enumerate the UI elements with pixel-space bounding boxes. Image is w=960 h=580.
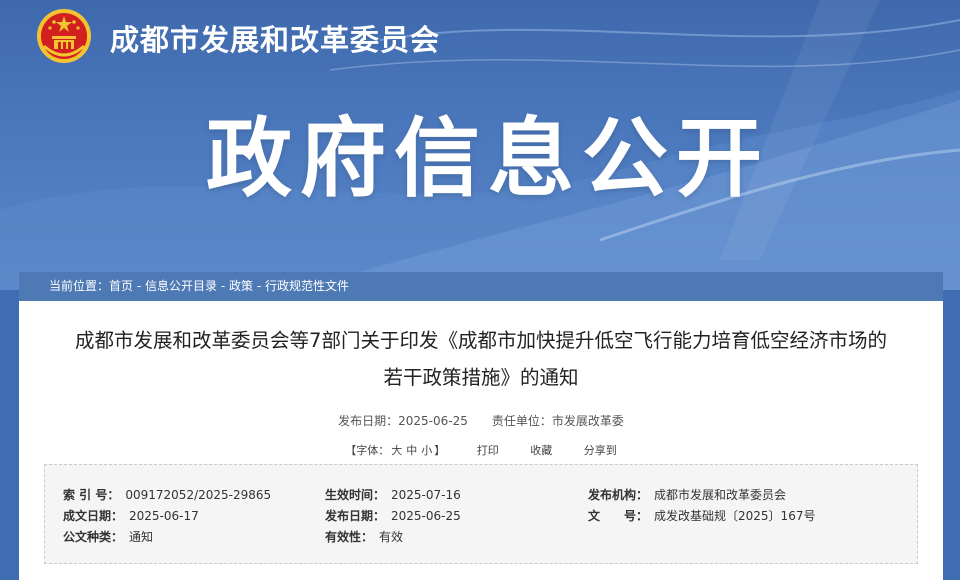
- document-title: 成都市发展和改革委员会等7部门关于印发《成都市加快提升低空飞行能力培育低空经济市…: [19, 322, 943, 396]
- document-meta: 发布日期：2025-06-25 责任单位：市发展改革委: [19, 412, 943, 429]
- issuer-value: 成都市发展和改革委员会: [654, 488, 787, 502]
- written-value: 2025-06-17: [129, 509, 199, 523]
- index-number: 索 引 号： 009172052/2025-29865: [63, 485, 271, 505]
- favorite-button[interactable]: 收藏: [530, 444, 552, 457]
- share-button[interactable]: 分享到: [584, 444, 617, 457]
- breadcrumb-item-home[interactable]: 首页: [109, 279, 133, 293]
- document-type: 公文种类： 通知: [63, 527, 153, 547]
- banner-title: 政府信息公开: [206, 109, 770, 209]
- font-size-label: 【字体：: [345, 444, 390, 457]
- print-button[interactable]: 打印: [477, 444, 499, 457]
- info-publish-label: 发布日期：: [325, 509, 386, 523]
- font-size-large-button[interactable]: 大: [391, 444, 402, 457]
- validity-label: 有效性：: [325, 530, 374, 544]
- written-date: 成文日期： 2025-06-17: [63, 506, 199, 526]
- issuer-label: 发布机构：: [588, 488, 649, 502]
- publish-date: 发布日期： 2025-06-25: [325, 506, 461, 526]
- content-panel: 当前位置：首页 - 信息公开目录 - 政策 - 行政规范性文件 成都市发展和改革…: [19, 272, 943, 580]
- effective-label: 生效时间：: [325, 488, 386, 502]
- index-label: 索 引 号：: [63, 488, 120, 502]
- breadcrumb-item-policy[interactable]: 政策: [229, 279, 253, 293]
- font-size-close: 】: [434, 444, 446, 457]
- effective-time: 生效时间： 2025-07-16: [325, 485, 461, 505]
- type-value: 通知: [129, 530, 154, 544]
- info-row: 索 引 号： 009172052/2025-29865 生效时间： 2025-07-…: [45, 485, 917, 505]
- owner-label: 责任单位：: [491, 414, 552, 428]
- document-title-line1: 成都市发展和改革委员会等7部门关于印发《成都市加快提升低空飞行能力培育低空经济市…: [75, 329, 887, 352]
- validity-value: 有效: [379, 530, 404, 544]
- docno-value: 成发改基础规〔2025〕167号: [654, 509, 816, 523]
- type-label: 公文种类：: [63, 530, 124, 544]
- font-size-medium-button[interactable]: 中: [406, 444, 417, 457]
- info-row: 公文种类： 通知 有效性： 有效: [45, 527, 917, 547]
- org-name[interactable]: 成都市发展和改革委员会: [110, 17, 440, 59]
- document-number: 文 号： 成发改基础规〔2025〕167号: [588, 506, 815, 526]
- publish-date-label: 发布日期：: [338, 414, 399, 428]
- owner-value: 市发展改革委: [551, 414, 624, 428]
- breadcrumb-prefix: 当前位置：: [49, 279, 110, 293]
- breadcrumb: 当前位置：首页 - 信息公开目录 - 政策 - 行政规范性文件: [19, 272, 943, 301]
- header-banner: 成都市发展和改革委员会 政府信息公开: [0, 0, 960, 290]
- breadcrumb-separator: -: [253, 279, 265, 293]
- national-emblem-icon: [37, 9, 91, 63]
- breadcrumb-item-catalog[interactable]: 信息公开目录: [145, 279, 217, 293]
- font-size-small-button[interactable]: 小: [421, 444, 432, 457]
- docno-label: 文 号：: [588, 509, 649, 523]
- document-tools: 【字体：大中小】 打印 收藏 分享到: [19, 442, 943, 458]
- issuer: 发布机构： 成都市发展和改革委员会: [588, 485, 786, 505]
- document-title-line2: 若干政策措施》的通知: [383, 366, 579, 389]
- validity: 有效性： 有效: [325, 527, 403, 547]
- info-publish-value: 2025-06-25: [391, 509, 461, 523]
- breadcrumb-item-normative-docs[interactable]: 行政规范性文件: [265, 279, 349, 293]
- breadcrumb-separator: -: [217, 279, 229, 293]
- document-info-box: 索 引 号： 009172052/2025-29865 生效时间： 2025-07-…: [44, 464, 918, 564]
- effective-value: 2025-07-16: [391, 488, 461, 502]
- index-value: 009172052/2025-29865: [125, 488, 272, 502]
- written-label: 成文日期：: [63, 509, 124, 523]
- publish-date-value: 2025-06-25: [398, 414, 468, 428]
- breadcrumb-separator: -: [133, 279, 145, 293]
- info-row: 成文日期： 2025-06-17 发布日期： 2025-06-25 文 号： 成发改基…: [45, 506, 917, 526]
